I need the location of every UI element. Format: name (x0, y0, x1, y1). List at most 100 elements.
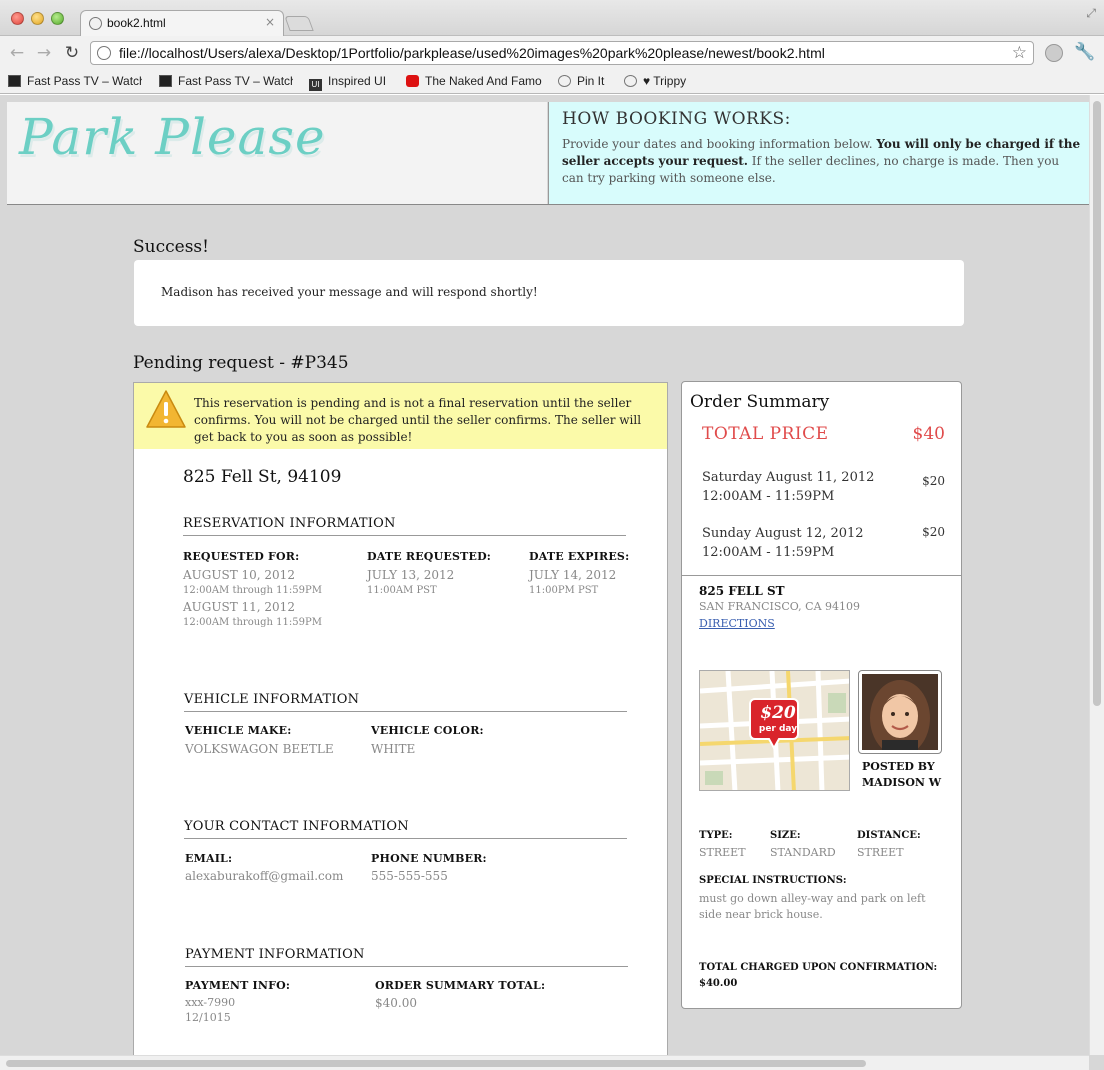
location-map[interactable]: $20 per day (699, 670, 850, 791)
warning-icon (146, 390, 186, 428)
bookmark-item[interactable]: Pin It (558, 74, 613, 88)
reservation-info-title: RESERVATION INFORMATION (183, 516, 626, 536)
bookmark-item[interactable]: The Naked And Famous (406, 74, 542, 88)
page-icon (97, 46, 111, 60)
order-summary-card: Order Summary TOTAL PRICE $40 Saturday A… (681, 381, 962, 1009)
reservation-card: This reservation is pending and is not a… (133, 382, 668, 1070)
requested-date: AUGUST 11, 2012 (183, 600, 295, 614)
day-price: $20 (922, 474, 945, 488)
type-value: STREET (699, 846, 746, 859)
bookmark-item[interactable]: Fast Pass TV – Watch (159, 74, 293, 88)
site-header: Park Please HOW BOOKING WORKS: Provide y… (7, 102, 1089, 205)
card-expiry: 12/1015 (185, 1011, 231, 1024)
new-tab-button[interactable] (284, 16, 314, 31)
vehicle-make-label: VEHICLE MAKE: (185, 724, 292, 737)
how-description: Provide your dates and booking informati… (562, 137, 1081, 185)
requested-date: AUGUST 10, 2012 (183, 568, 295, 582)
back-button[interactable]: ← (7, 43, 27, 63)
horizontal-scroll-thumb[interactable] (6, 1060, 866, 1067)
map-price-tag: $20 (760, 703, 796, 723)
posted-by: POSTED BY MADISON W (862, 760, 942, 789)
bookmarks-bar: Fast Pass TV – Watch Fast Pass TV – Watc… (0, 70, 1104, 94)
address-bar[interactable]: file://localhost/Users/alexa/Desktop/1Po… (90, 41, 1034, 65)
requested-for-label: REQUESTED FOR: (183, 550, 300, 563)
booking-day: Saturday August 11, 2012 12:00AM - 11:59P… (702, 470, 875, 504)
special-instructions-label: SPECIAL INSTRUCTIONS: (699, 875, 847, 886)
vehicle-color-label: VEHICLE COLOR: (371, 724, 484, 737)
total-price-label: TOTAL PRICE (702, 424, 829, 444)
directions-link[interactable]: DIRECTIONS (699, 617, 775, 630)
date-expires-label: DATE EXPIRES: (529, 550, 630, 563)
bookmark-item[interactable]: Fast Pass TV – Watch (8, 74, 142, 88)
size-label: SIZE: (770, 830, 801, 841)
bookmark-item[interactable]: UI Inspired UI (309, 74, 394, 91)
site-logo[interactable]: Park Please (19, 108, 326, 166)
date-requested-value: JULY 13, 2012 (367, 568, 455, 582)
payment-info-title: PAYMENT INFORMATION (185, 947, 628, 967)
host-avatar[interactable] (858, 670, 942, 756)
email-value: alexaburakoff@gmail.com (185, 869, 344, 883)
order-summary-title: Order Summary (690, 392, 830, 412)
how-booking-works-panel: HOW BOOKING WORKS: Provide your dates an… (548, 102, 1089, 204)
success-message: Madison has received your message and wi… (161, 285, 538, 299)
url-text[interactable]: file://localhost/Users/alexa/Desktop/1Po… (119, 45, 825, 61)
ui-icon: UI (309, 79, 322, 91)
warning-text: This reservation is pending and is not a… (194, 396, 642, 444)
horizontal-scrollbar[interactable] (0, 1055, 1089, 1070)
globe-icon (624, 75, 637, 87)
requested-time: 12:00AM through 11:59PM (183, 617, 322, 628)
wrench-icon[interactable]: 🔧 (1074, 42, 1095, 62)
distance-label: DISTANCE: (857, 830, 921, 841)
vertical-scroll-thumb[interactable] (1093, 101, 1101, 706)
spot-street: 825 FELL ST (699, 584, 785, 598)
bookmark-star-icon[interactable]: ☆ (1012, 43, 1027, 63)
requested-time: 12:00AM through 11:59PM (183, 585, 322, 596)
fullscreen-icon[interactable]: ⤢ (1086, 6, 1096, 21)
payment-info-label: PAYMENT INFO: (185, 979, 291, 992)
phone-label: PHONE NUMBER: (371, 852, 487, 865)
spot-city: SAN FRANCISCO, CA 94109 (699, 600, 861, 613)
request-heading: Pending request - #P345 (133, 353, 349, 373)
special-instructions-text: must go down alley-way and park on left … (699, 892, 926, 921)
reload-button[interactable]: ↻ (62, 43, 82, 63)
order-total-value: $40.00 (375, 996, 417, 1010)
size-value: STANDARD (770, 846, 836, 859)
tv-icon (159, 75, 172, 87)
bookmark-item[interactable]: ♥ Trippy (624, 74, 704, 88)
forward-button[interactable]: → (34, 43, 54, 63)
close-window-button[interactable] (11, 12, 24, 25)
phone-value: 555-555-555 (371, 869, 448, 883)
summary-divider (682, 575, 961, 576)
zoom-window-button[interactable] (51, 12, 64, 25)
close-icon[interactable]: × (265, 15, 275, 29)
host-photo (862, 674, 938, 756)
tab-title: book2.html (107, 16, 166, 30)
day-price: $20 (922, 525, 945, 539)
browser-titlebar: book2.html × ⤢ (0, 0, 1104, 37)
globe-icon (558, 75, 571, 87)
vehicle-make-value: VOLKSWAGON BEETLE (185, 742, 334, 756)
date-expires-time: 11:00PM PST (529, 585, 599, 596)
card-number: xxx-7990 (185, 996, 236, 1009)
order-total-label: ORDER SUMMARY TOTAL: (375, 979, 546, 992)
map-price-unit: per day (758, 724, 798, 734)
page-viewport: Park Please HOW BOOKING WORKS: Provide y… (0, 95, 1104, 1070)
browser-tab[interactable]: book2.html × (80, 10, 284, 37)
contact-info-title: YOUR CONTACT INFORMATION (184, 819, 627, 839)
email-label: EMAIL: (185, 852, 233, 865)
browser-toolbar: ← → ↻ file://localhost/Users/alexa/Deskt… (0, 36, 1104, 70)
how-title: HOW BOOKING WORKS: (562, 109, 791, 129)
extension-icon[interactable] (1045, 44, 1063, 62)
success-heading: Success! (133, 237, 209, 257)
pending-warning: This reservation is pending and is not a… (134, 383, 667, 449)
vertical-scrollbar[interactable] (1089, 95, 1104, 1055)
globe-icon (89, 17, 102, 30)
minimize-window-button[interactable] (31, 12, 44, 25)
youtube-icon (406, 75, 419, 87)
date-requested-label: DATE REQUESTED: (367, 550, 492, 563)
total-charged-note: TOTAL CHARGED UPON CONFIRMATION: $40.00 (699, 962, 938, 989)
tv-icon (8, 75, 21, 87)
booking-day: Sunday August 12, 2012 12:00AM - 11:59PM (702, 526, 864, 560)
distance-value: STREET (857, 846, 904, 859)
date-expires-value: JULY 14, 2012 (529, 568, 617, 582)
